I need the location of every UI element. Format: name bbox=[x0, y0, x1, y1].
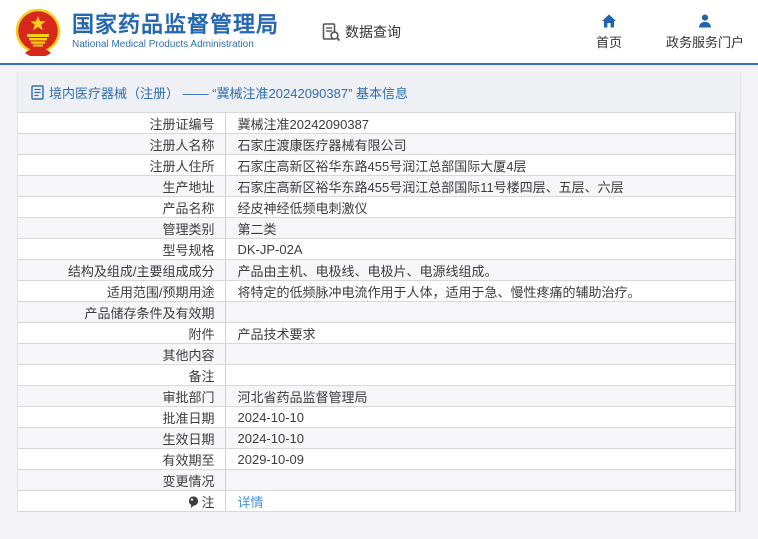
home-icon bbox=[601, 14, 616, 27]
table-row: 适用范围/预期用途 将特定的低频脉冲电流作用于人体，适用于急、慢性疼痛的辅助治疗… bbox=[18, 280, 740, 302]
site-title: 国家药品监督管理局 bbox=[72, 11, 280, 37]
document-icon bbox=[31, 84, 44, 100]
note-icon bbox=[188, 495, 199, 509]
row-label: 其他内容 bbox=[18, 343, 226, 365]
row-value: 详情 bbox=[225, 490, 740, 512]
table-row-note: 注 详情 bbox=[18, 490, 740, 512]
doc-search-icon bbox=[322, 22, 341, 41]
table-row: 批准日期 2024-10-10 bbox=[18, 406, 740, 428]
row-label: 产品储存条件及有效期 bbox=[18, 301, 226, 323]
row-label: 型号规格 bbox=[18, 238, 226, 260]
row-value: DK-JP-02A bbox=[225, 238, 740, 260]
table-row: 生效日期 2024-10-10 bbox=[18, 427, 740, 449]
row-label: 注册人名称 bbox=[18, 133, 226, 155]
table-row: 其他内容 bbox=[18, 343, 740, 365]
note-label: 注 bbox=[201, 494, 215, 510]
row-value: 石家庄高新区裕华东路455号润江总部国际大厦4层 bbox=[225, 154, 740, 176]
row-label: 注 bbox=[18, 490, 226, 512]
row-label: 备注 bbox=[18, 364, 226, 386]
registration-info-table: 注册证编号 冀械注准20242090387 注册人名称 石家庄渡康医疗器械有限公… bbox=[18, 112, 740, 512]
row-value: 2024-10-10 bbox=[225, 427, 740, 449]
row-label: 生产地址 bbox=[18, 175, 226, 197]
table-row: 变更情况 bbox=[18, 469, 740, 491]
row-label: 适用范围/预期用途 bbox=[18, 280, 226, 302]
detail-link[interactable]: 详情 bbox=[238, 495, 264, 510]
table-row: 产品储存条件及有效期 bbox=[18, 301, 740, 323]
row-value: 将特定的低频脉冲电流作用于人体，适用于急、慢性疼痛的辅助治疗。 bbox=[225, 280, 740, 302]
breadcrumb: 境内医疗器械（注册） —— “冀械注准20242090387” 基本信息 bbox=[18, 72, 740, 112]
row-value: 产品由主机、电极线、电极片、电源线组成。 bbox=[225, 259, 740, 281]
row-value: 经皮神经低频电刺激仪 bbox=[225, 196, 740, 218]
table-row: 管理类别 第二类 bbox=[18, 217, 740, 239]
row-label: 附件 bbox=[18, 322, 226, 344]
nav-home[interactable]: 首页 bbox=[596, 13, 622, 51]
table-row: 审批部门 河北省药品监督管理局 bbox=[18, 385, 740, 407]
row-label: 注册人住所 bbox=[18, 154, 226, 176]
row-value: 产品技术要求 bbox=[225, 322, 740, 344]
table-row: 生产地址 石家庄高新区裕华东路455号润江总部国际11号楼四层、五层、六层 bbox=[18, 175, 740, 197]
row-value bbox=[225, 343, 740, 365]
row-label: 注册证编号 bbox=[18, 112, 226, 134]
table-row: 产品名称 经皮神经低频电刺激仪 bbox=[18, 196, 740, 218]
row-label: 生效日期 bbox=[18, 427, 226, 449]
table-row: 型号规格 DK-JP-02A bbox=[18, 238, 740, 260]
row-value bbox=[225, 469, 740, 491]
breadcrumb-text: 境内医疗器械（注册） —— “冀械注准20242090387” 基本信息 bbox=[49, 85, 409, 101]
table-row: 结构及组成/主要组成成分 产品由主机、电极线、电极片、电源线组成。 bbox=[18, 259, 740, 281]
row-label: 变更情况 bbox=[18, 469, 226, 491]
user-icon bbox=[698, 14, 711, 27]
row-value: 石家庄渡康医疗器械有限公司 bbox=[225, 133, 740, 155]
data-query-label: 数据查询 bbox=[345, 23, 402, 40]
site-subtitle: National Medical Products Administration bbox=[72, 39, 254, 51]
table-row: 注册人住所 石家庄高新区裕华东路455号润江总部国际大厦4层 bbox=[18, 154, 740, 176]
content-card: 境内医疗器械（注册） —— “冀械注准20242090387” 基本信息 注册证… bbox=[17, 72, 741, 512]
site-header: 国家药品监督管理局 National Medical Products Admi… bbox=[0, 0, 758, 63]
table-row: 备注 bbox=[18, 364, 740, 386]
nav-gov-portal[interactable]: 政务服务门户 bbox=[666, 13, 744, 51]
row-value: 2029-10-09 bbox=[225, 448, 740, 470]
brand-block: 国家药品监督管理局 National Medical Products Admi… bbox=[72, 11, 280, 51]
table-row: 有效期至 2029-10-09 bbox=[18, 448, 740, 470]
row-label: 管理类别 bbox=[18, 217, 226, 239]
row-label: 产品名称 bbox=[18, 196, 226, 218]
row-label: 审批部门 bbox=[18, 385, 226, 407]
table-row: 附件 产品技术要求 bbox=[18, 322, 740, 344]
row-value: 石家庄高新区裕华东路455号润江总部国际11号楼四层、五层、六层 bbox=[225, 175, 740, 197]
table-scrollbar[interactable] bbox=[735, 112, 740, 512]
row-label: 批准日期 bbox=[18, 406, 226, 428]
national-emblem-logo bbox=[15, 8, 61, 56]
row-value bbox=[225, 364, 740, 386]
table-row: 注册人名称 石家庄渡康医疗器械有限公司 bbox=[18, 133, 740, 155]
row-value: 2024-10-10 bbox=[225, 406, 740, 428]
row-value: 第二类 bbox=[225, 217, 740, 239]
row-value bbox=[225, 301, 740, 323]
nav-gov-portal-label: 政务服务门户 bbox=[665, 34, 744, 50]
table-row: 注册证编号 冀械注准20242090387 bbox=[18, 112, 740, 134]
row-value: 河北省药品监督管理局 bbox=[225, 385, 740, 407]
row-label: 结构及组成/主要组成成分 bbox=[18, 259, 226, 281]
row-label: 有效期至 bbox=[18, 448, 226, 470]
row-value: 冀械注准20242090387 bbox=[225, 112, 740, 134]
nav-home-label: 首页 bbox=[595, 34, 622, 50]
data-query-button[interactable]: 数据查询 bbox=[321, 22, 401, 42]
